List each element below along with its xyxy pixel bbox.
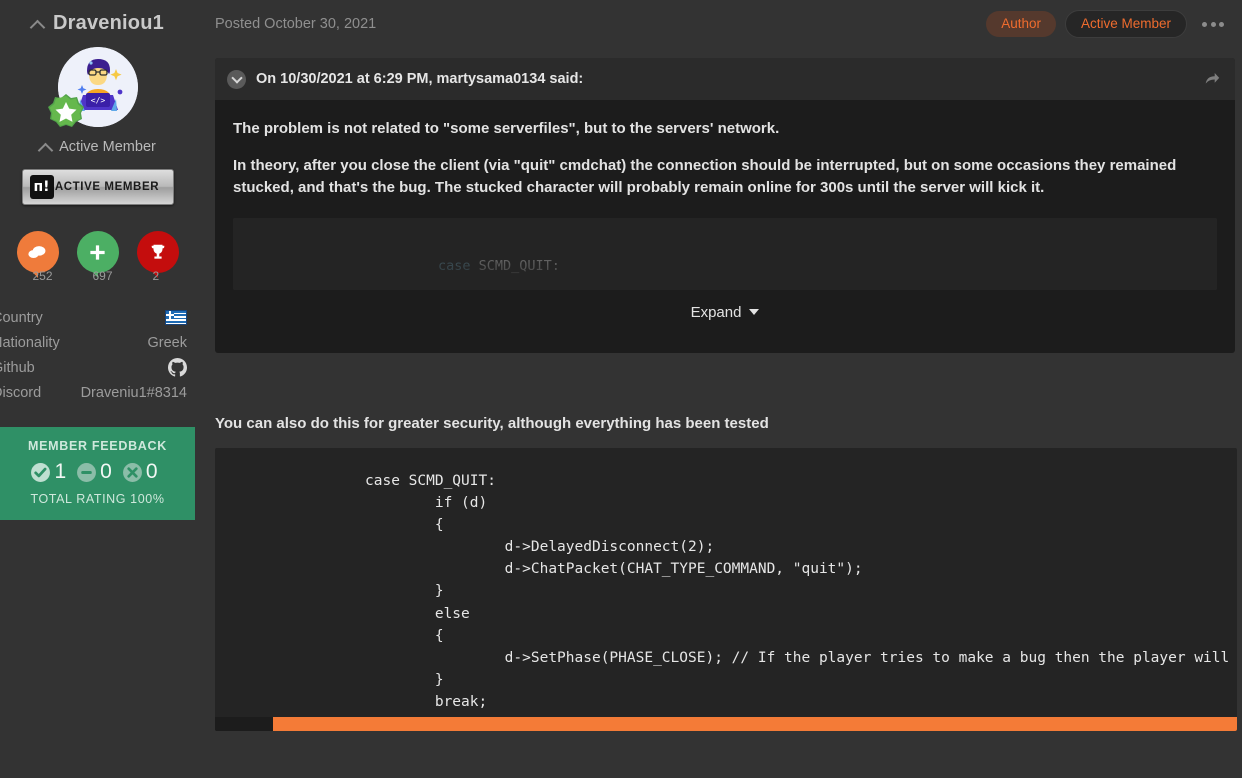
topbar-right: Author Active Member (986, 10, 1242, 38)
reply-arrow-icon[interactable] (1203, 70, 1221, 88)
code-horizontal-scrollbar[interactable] (215, 717, 1237, 731)
field-label: Discord (0, 385, 41, 401)
code-line-4: d->DelayedDisconnect(2); (365, 539, 714, 555)
user-stats: 252 697 (0, 231, 195, 273)
code-line-8: { (365, 628, 444, 644)
stat-posts[interactable]: 252 (17, 231, 59, 273)
feedback-positive: 1 (54, 460, 66, 484)
avatar[interactable]: </> (58, 47, 138, 127)
code-line-5: d->ChatPacket(CHAT_TYPE_COMMAND, "quit")… (365, 561, 863, 577)
rank-bar-label: ACTIVE MEMBER (54, 181, 173, 193)
rank-bar: п! ACTIVE MEMBER (22, 169, 174, 205)
comment-glyph (28, 244, 47, 261)
member-feedback-box: MEMBER FEEDBACK 1 0 0 TOTAL RATING 1 (0, 427, 195, 520)
username[interactable]: Draveniou1 (53, 12, 164, 35)
post-page: Draveniou1 </> (0, 0, 1242, 778)
feedback-total-rating: TOTAL RATING 100% (0, 492, 195, 506)
svg-text:</>: </> (90, 96, 105, 105)
post-code-block: case SCMD_QUIT: if (d) { d->DelayedDisco… (215, 448, 1237, 731)
github-icon[interactable] (168, 358, 187, 377)
field-label: Github (0, 360, 35, 376)
stat-posts-count: 252 (33, 269, 53, 283)
quote-paragraph-2: In theory, after you close the client (v… (233, 155, 1217, 200)
post-content: On 10/30/2021 at 6:29 PM, martysama0134 … (195, 48, 1242, 731)
code-scrollbar-thumb[interactable] (273, 717, 1237, 731)
badge-active-member[interactable]: Active Member (1065, 10, 1187, 38)
expand-label: Expand (691, 304, 742, 321)
badge-author[interactable]: Author (986, 11, 1056, 37)
code-fade-overlay (233, 218, 1217, 290)
chevron-up-icon[interactable] (31, 19, 45, 29)
feedback-counts: 1 0 0 (0, 460, 195, 484)
expand-button[interactable]: Expand (233, 290, 1217, 337)
quote-code-preview: case SCMD_QUIT: (233, 218, 1217, 290)
code-line-3: { (365, 517, 444, 533)
ellipsis-icon[interactable] (1202, 22, 1224, 27)
username-row[interactable]: Draveniou1 (0, 0, 195, 35)
code-line-11: break; (365, 694, 487, 710)
post-topbar: Posted October 30, 2021 Author Active Me… (195, 0, 1242, 48)
chevron-down-icon[interactable] (227, 70, 246, 89)
check-circle-icon (30, 462, 51, 483)
comment-icon (17, 231, 59, 273)
star-badge-icon (46, 93, 86, 133)
profile-field-discord: Discord Draveniu1#8314 (0, 380, 195, 405)
quote-header: On 10/30/2021 at 6:29 PM, martysama0134 … (215, 58, 1235, 100)
feedback-neutral: 0 (100, 460, 112, 484)
code-line-1: case SCMD_QUIT: (365, 473, 496, 489)
plus-glyph (88, 243, 107, 262)
profile-fields: Country Nationality Greek Github (0, 305, 195, 405)
field-label: Nationality (0, 335, 60, 351)
code-line-9: d->SetPhase(PHASE_CLOSE); // If the play… (365, 650, 1237, 666)
author-sidebar: Draveniou1 </> (0, 0, 195, 778)
code-line-7: else (365, 606, 470, 622)
profile-field-nationality: Nationality Greek (0, 330, 195, 355)
caret-down-icon (749, 309, 759, 315)
code-line-10: } (365, 672, 444, 688)
x-circle-icon (122, 462, 143, 483)
stat-reputation-count: 697 (93, 269, 113, 283)
quote-paragraph-1: The problem is not related to "some serv… (233, 118, 1217, 141)
quote-body: The problem is not related to "some serv… (215, 100, 1235, 353)
rank-title: Active Member (59, 139, 156, 155)
post-code-text: case SCMD_QUIT: if (d) { d->DelayedDisco… (215, 448, 1237, 714)
feedback-title: MEMBER FEEDBACK (0, 439, 195, 453)
profile-field-github[interactable]: Github (0, 355, 195, 380)
pi-square-icon: п! (30, 175, 54, 199)
field-value: Draveniu1#8314 (81, 385, 187, 401)
plus-icon (77, 231, 119, 273)
field-label: Country (0, 310, 43, 326)
code-line-6: } (365, 583, 444, 599)
quote-citation: On 10/30/2021 at 6:29 PM, martysama0134 … (256, 71, 583, 87)
quote-block: On 10/30/2021 at 6:29 PM, martysama0134 … (215, 58, 1235, 353)
trophy-glyph (149, 243, 167, 261)
field-value: Greek (148, 335, 188, 351)
trophy-icon (137, 231, 179, 273)
profile-field-country: Country (0, 305, 195, 330)
feedback-negative: 0 (146, 460, 158, 484)
stat-trophies[interactable]: 2 (137, 231, 179, 273)
code-line-2: if (d) (365, 495, 487, 511)
post-paragraph: You can also do this for greater securit… (215, 415, 1242, 432)
chevron-up-icon[interactable] (39, 142, 53, 152)
posted-date: Posted October 30, 2021 (215, 16, 376, 32)
greek-flag-icon (165, 310, 187, 325)
stat-trophies-count: 2 (153, 269, 160, 283)
minus-circle-icon (76, 462, 97, 483)
stat-reputation[interactable]: 697 (77, 231, 119, 273)
rank-title-row[interactable]: Active Member (0, 139, 195, 155)
